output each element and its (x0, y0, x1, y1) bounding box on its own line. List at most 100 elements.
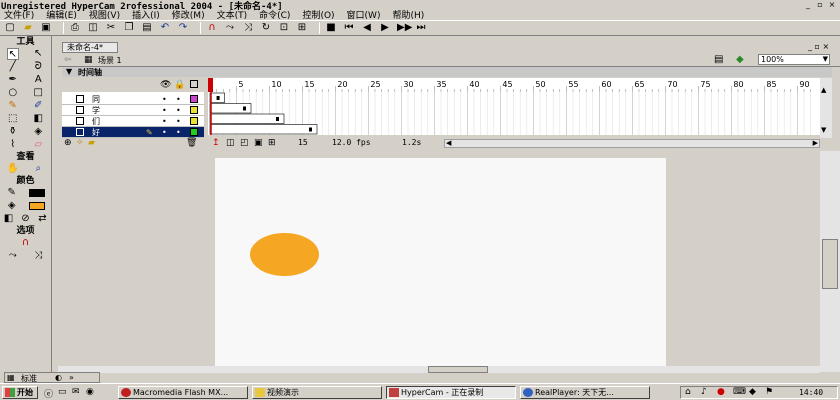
layer-row[interactable]: 学 • • (62, 105, 204, 116)
oval-tool-icon[interactable]: ○ (7, 87, 19, 99)
center-frame-icon[interactable]: ↥ (212, 138, 220, 148)
task-flash[interactable]: Macromedia Flash MX... (118, 386, 248, 399)
layer-row[interactable]: 好 ✎ • • (62, 127, 204, 138)
swap-colors-icon[interactable]: ⇄ (37, 213, 49, 225)
save-icon[interactable]: ▣ (40, 22, 52, 34)
task-realplayer[interactable]: RealPlayer: 天下无... (520, 386, 650, 399)
zoom-tool-icon[interactable]: ⌕ (32, 163, 44, 175)
task-folder[interactable]: 视频演示 (252, 386, 382, 399)
quicklaunch-ie-icon[interactable]: ⓔ (44, 387, 53, 400)
add-folder-icon[interactable]: ▰ (88, 138, 95, 148)
quicklaunch-outlook-icon[interactable]: ✉ (72, 387, 80, 397)
visible-dot-icon[interactable]: • (162, 105, 167, 116)
lock-icon[interactable]: 🔒 (174, 80, 185, 90)
scroll-right-icon[interactable]: ▶ (813, 139, 818, 147)
maximize-icon[interactable]: ▫ (815, 0, 825, 9)
overflow-icon[interactable]: » (69, 373, 74, 382)
scroll-up-icon[interactable]: ▲ (821, 86, 826, 94)
quicklaunch-media-icon[interactable]: ◉ (86, 387, 94, 397)
quicklaunch-desktop-icon[interactable]: ▭ (58, 387, 67, 397)
print-preview-icon[interactable]: ◫ (87, 22, 99, 34)
rewind-icon[interactable]: ⏮ (343, 22, 355, 34)
print-icon[interactable]: ⎙ (69, 22, 81, 34)
frame-grid[interactable] (208, 92, 820, 135)
stage-hscroll[interactable] (58, 366, 820, 373)
rotate-icon[interactable]: ↻ (260, 22, 272, 34)
play-icon[interactable]: ▶ (379, 22, 391, 34)
cut-icon[interactable]: ✂ (105, 22, 117, 34)
hand-tool-icon[interactable]: ✋ (7, 163, 19, 175)
new-file-icon[interactable]: ▢ (4, 22, 16, 34)
pen-tool-icon[interactable]: ✒ (7, 74, 19, 86)
fill-transform-tool-icon[interactable]: ◧ (32, 113, 44, 125)
lock-dot-icon[interactable]: • (176, 94, 181, 105)
snap-magnet-icon[interactable]: ∩ (206, 22, 218, 34)
tray-app-icon[interactable]: ◆ (749, 387, 756, 397)
no-color-icon[interactable]: ⊘ (20, 213, 32, 225)
subselect-tool-icon[interactable]: ↖ (32, 48, 44, 60)
visible-dot-icon[interactable]: • (162, 127, 167, 138)
timeline-hscroll[interactable]: ◀ ▶ (444, 139, 820, 148)
close-icon[interactable]: × (827, 0, 837, 9)
go-to-end-icon[interactable]: ⏭ (415, 22, 427, 34)
straighten-icon[interactable]: ⤨ (242, 22, 254, 34)
undo-icon[interactable]: ↶ (159, 22, 171, 34)
ink-bottle-tool-icon[interactable]: ⚱ (7, 126, 19, 138)
add-layer-icon[interactable]: ⊕ (64, 138, 72, 148)
align-icon[interactable]: ⊞ (296, 22, 308, 34)
layer-color-swatch[interactable] (190, 128, 198, 136)
eyedropper-tool-icon[interactable]: ⌇ (7, 139, 19, 151)
frame-span[interactable] (209, 124, 318, 135)
line-tool-icon[interactable]: ╱ (7, 61, 19, 73)
stroke-color-icon[interactable]: ✎ (6, 187, 18, 199)
stage-vscroll[interactable] (820, 151, 840, 372)
start-button[interactable]: 开始 (2, 386, 38, 399)
minimize-icon[interactable]: _ (803, 0, 813, 9)
back-arrow-icon[interactable]: ⇦ (64, 55, 72, 65)
onion-outline-icon[interactable]: ◰ (240, 138, 249, 148)
tray-ime-icon[interactable]: ⌨ (733, 387, 746, 397)
visible-dot-icon[interactable]: • (162, 116, 167, 127)
zoom-select[interactable]: 100% ▼ (758, 54, 830, 65)
tray-hypercam-icon[interactable]: ● (717, 387, 725, 397)
pencil-tool-icon[interactable]: ✎ (7, 100, 19, 112)
layer-color-swatch[interactable] (190, 117, 198, 125)
frame-ruler[interactable]: 5 10 15 20 25 30 35 40 45 50 55 60 65 70 75 80 85 90 (208, 78, 820, 92)
scroll-left-icon[interactable]: ◀ (446, 139, 451, 147)
stop-icon[interactable]: ■ (325, 22, 337, 34)
copy-icon[interactable]: ❐ (123, 22, 135, 34)
hscroll-thumb[interactable] (428, 366, 488, 373)
edit-symbol-icon[interactable]: ◆ (736, 54, 744, 65)
keyframe-marker[interactable] (216, 96, 220, 100)
modify-markers-icon[interactable]: ⊞ (268, 138, 276, 148)
trash-icon[interactable]: 🗑 (186, 138, 197, 148)
default-colors-icon[interactable]: ◧ (3, 213, 15, 225)
timeline-header[interactable]: ▼ 时间轴 (62, 67, 832, 77)
keyframe-marker[interactable] (243, 106, 246, 111)
scale-icon[interactable]: ⊡ (278, 22, 290, 34)
outline-icon[interactable] (190, 80, 198, 88)
lock-dot-icon[interactable]: • (176, 116, 181, 127)
rectangle-tool-icon[interactable]: □ (32, 87, 44, 99)
open-folder-icon[interactable]: ▰ (22, 22, 34, 34)
onion-skin-icon[interactable]: ◫ (226, 138, 235, 148)
snap-to-objects-icon[interactable]: ∩ (20, 237, 32, 249)
straighten-option-icon[interactable]: ⤨ (32, 250, 44, 262)
lock-dot-icon[interactable]: • (176, 127, 181, 138)
layer-row[interactable]: 们 • • (62, 116, 204, 127)
tray-flag-icon[interactable]: ⚑ (765, 387, 773, 397)
show-hide-eye-icon[interactable]: 👁 (160, 80, 171, 90)
scroll-down-icon[interactable]: ▼ (821, 126, 826, 134)
step-forward-icon[interactable]: ▶▶ (397, 22, 412, 34)
smooth-option-icon[interactable]: ⤳ (7, 250, 19, 262)
smooth-icon[interactable]: ⤳ (224, 22, 236, 34)
fill-color-icon[interactable]: ◈ (6, 200, 18, 212)
keyframe-marker[interactable] (276, 117, 279, 121)
tray-network-icon[interactable]: ⌂ (685, 387, 691, 397)
layer-color-swatch[interactable] (190, 95, 198, 103)
step-back-icon[interactable]: ◀ (361, 22, 373, 34)
edit-scene-icon[interactable]: ▤ (714, 54, 723, 65)
collapse-triangle-icon[interactable]: ▼ (66, 67, 72, 76)
add-guide-icon[interactable]: ✧ (76, 138, 84, 148)
arrow-tool-icon[interactable]: ↖ (6, 47, 19, 60)
